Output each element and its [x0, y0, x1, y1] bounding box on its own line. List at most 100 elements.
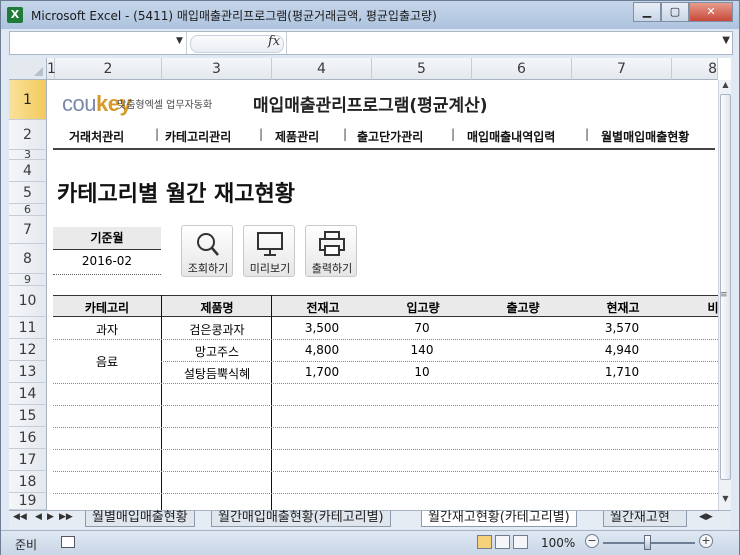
- name-box-dropdown-icon[interactable]: ▼: [176, 36, 183, 46]
- cell-product[interactable]: 설탕듬뿍식혜: [162, 365, 272, 382]
- row-divider: [53, 471, 718, 472]
- cell-prev-stock[interactable]: 4,800: [272, 343, 372, 357]
- cell-cur-stock[interactable]: 3,570: [572, 321, 672, 335]
- excel-app-icon[interactable]: X: [7, 7, 23, 23]
- monitor-icon: [257, 232, 283, 256]
- row-header[interactable]: 12: [9, 339, 47, 361]
- sheet-tab[interactable]: 월간매입매출현황(카테고리별): [211, 511, 391, 527]
- vertical-scrollbar[interactable]: ▲ ≡ ▼: [718, 80, 731, 510]
- nav-item-monthly-summary[interactable]: 월별매입매출현황: [601, 128, 689, 145]
- cell-product[interactable]: 망고주스: [162, 343, 272, 360]
- zoom-slider-thumb[interactable]: [644, 535, 651, 550]
- nav-item-customers[interactable]: 거래처관리: [69, 128, 124, 145]
- scroll-thumb[interactable]: [720, 94, 731, 480]
- cell-in-qty[interactable]: 140: [372, 343, 472, 357]
- insert-function-icon[interactable]: fx: [268, 34, 280, 49]
- column-header[interactable]: 7: [572, 58, 672, 80]
- macro-record-icon[interactable]: [61, 536, 75, 548]
- zoom-in-icon[interactable]: +: [699, 534, 713, 548]
- scroll-up-icon[interactable]: ▲: [719, 80, 731, 92]
- cell-category[interactable]: 과자: [53, 321, 161, 338]
- column-header[interactable]: 4: [272, 58, 372, 80]
- cell-prev-stock[interactable]: 1,700: [272, 365, 372, 379]
- row-header[interactable]: 6: [9, 203, 47, 216]
- maximize-button[interactable]: ▢: [661, 2, 689, 22]
- cell-in-qty[interactable]: 10: [372, 365, 472, 379]
- normal-view-icon[interactable]: [477, 535, 492, 549]
- page-break-view-icon[interactable]: [513, 535, 528, 549]
- row-header[interactable]: 9: [9, 273, 47, 286]
- cell-category-merged[interactable]: 음료: [53, 353, 161, 370]
- row-header[interactable]: 2: [9, 120, 47, 150]
- select-all-corner[interactable]: [9, 58, 47, 80]
- column-header[interactable]: 2: [55, 58, 162, 80]
- row-header[interactable]: 7: [9, 216, 47, 244]
- column-header[interactable]: 5: [372, 58, 472, 80]
- row-header[interactable]: 5: [9, 182, 47, 204]
- row-header[interactable]: 18: [9, 471, 47, 493]
- cell-cur-stock[interactable]: 1,710: [572, 365, 672, 379]
- cell-cur-stock[interactable]: 4,940: [572, 343, 672, 357]
- print-button-label: 출력하기: [311, 262, 353, 275]
- spreadsheet-grid[interactable]: 1 2 3 4 5 6 7 8 1 2 3 4 5 6 7 8 9 10 11 …: [9, 58, 731, 510]
- nav-separator: |: [451, 127, 456, 141]
- column-header[interactable]: 6: [472, 58, 572, 80]
- scroll-down-icon[interactable]: ▼: [719, 494, 731, 506]
- row-divider: [53, 339, 718, 340]
- status-ready: 준비: [15, 538, 38, 552]
- column-header[interactable]: 8: [672, 58, 718, 80]
- cell-in-qty[interactable]: 70: [372, 321, 472, 335]
- prev-sheet-icon[interactable]: ◀: [35, 512, 42, 522]
- nav-item-products[interactable]: 제품관리: [275, 128, 319, 145]
- zoom-out-icon[interactable]: −: [585, 534, 599, 548]
- nav-item-outgoing-prices[interactable]: 출고단가관리: [357, 128, 423, 145]
- page-layout-view-icon[interactable]: [495, 535, 510, 549]
- preview-button[interactable]: 미리보기: [243, 225, 295, 277]
- first-sheet-icon[interactable]: ◀◀: [13, 512, 27, 522]
- row-header[interactable]: 10: [9, 286, 47, 317]
- row-divider: [53, 449, 718, 450]
- sheet-tab[interactable]: 월간재고현: [603, 511, 687, 527]
- tab-scroll-icon[interactable]: ◀▶: [699, 512, 713, 522]
- row-header[interactable]: 8: [9, 244, 47, 274]
- cell-product[interactable]: 검은콩과자: [162, 321, 272, 338]
- minimize-button[interactable]: ▁: [633, 2, 661, 22]
- brand-tagline: 맞춤형엑셀 업무자동화: [117, 100, 213, 111]
- close-button[interactable]: ✕: [689, 2, 733, 22]
- col-cur-stock: 현재고: [606, 301, 640, 315]
- name-box[interactable]: [10, 32, 187, 54]
- column-header[interactable]: 3: [162, 58, 272, 80]
- row-header[interactable]: 15: [9, 405, 47, 427]
- row-header[interactable]: 1: [9, 80, 47, 120]
- sheet-tab-bar: ◀◀ ◀ ▶ ▶▶ 월별매입매출현황 월간매입매출현황(카테고리별) 월간재고현…: [9, 510, 731, 529]
- sheet-tab-active[interactable]: 월간재고현황(카테고리별): [421, 511, 577, 527]
- row-header[interactable]: 4: [9, 160, 47, 182]
- print-button[interactable]: 출력하기: [305, 225, 357, 277]
- row-header[interactable]: 14: [9, 383, 47, 405]
- row-header[interactable]: 17: [9, 449, 47, 471]
- zoom-level[interactable]: 100%: [541, 536, 575, 550]
- formula-input[interactable]: [286, 32, 717, 54]
- column-header[interactable]: 1: [47, 58, 56, 80]
- row-header[interactable]: 3: [9, 148, 47, 161]
- search-button[interactable]: 조회하기: [181, 225, 233, 277]
- base-month-value[interactable]: 2016-02: [53, 254, 161, 275]
- last-sheet-icon[interactable]: ▶▶: [59, 512, 73, 522]
- row-header[interactable]: 16: [9, 427, 47, 449]
- col-in-qty: 입고량: [406, 301, 440, 315]
- expand-formula-icon[interactable]: ▼: [722, 35, 730, 46]
- row-header[interactable]: 19: [9, 493, 47, 510]
- nav-menu: 거래처관리 | 카테고리관리 | 제품관리 | 출고단가관리 | 매입매출내역입…: [53, 124, 715, 150]
- nav-item-categories[interactable]: 카테고리관리: [165, 128, 231, 145]
- row-header[interactable]: 13: [9, 361, 47, 383]
- nav-separator: |: [259, 127, 264, 141]
- row-header[interactable]: 11: [9, 317, 47, 339]
- nav-item-transactions[interactable]: 매입매출내역입력: [467, 128, 555, 145]
- next-sheet-icon[interactable]: ▶: [47, 512, 54, 522]
- split-handle-icon[interactable]: ≡: [720, 290, 728, 300]
- status-bar: 준비 100% − +: [1, 530, 739, 555]
- window-title: Microsoft Excel - (5411) 매입매출관리프로그램(평균거래…: [31, 9, 437, 23]
- sheet-tab[interactable]: 월별매입매출현황: [85, 511, 195, 527]
- base-month-label: 기준월: [53, 227, 161, 250]
- cell-prev-stock[interactable]: 3,500: [272, 321, 372, 335]
